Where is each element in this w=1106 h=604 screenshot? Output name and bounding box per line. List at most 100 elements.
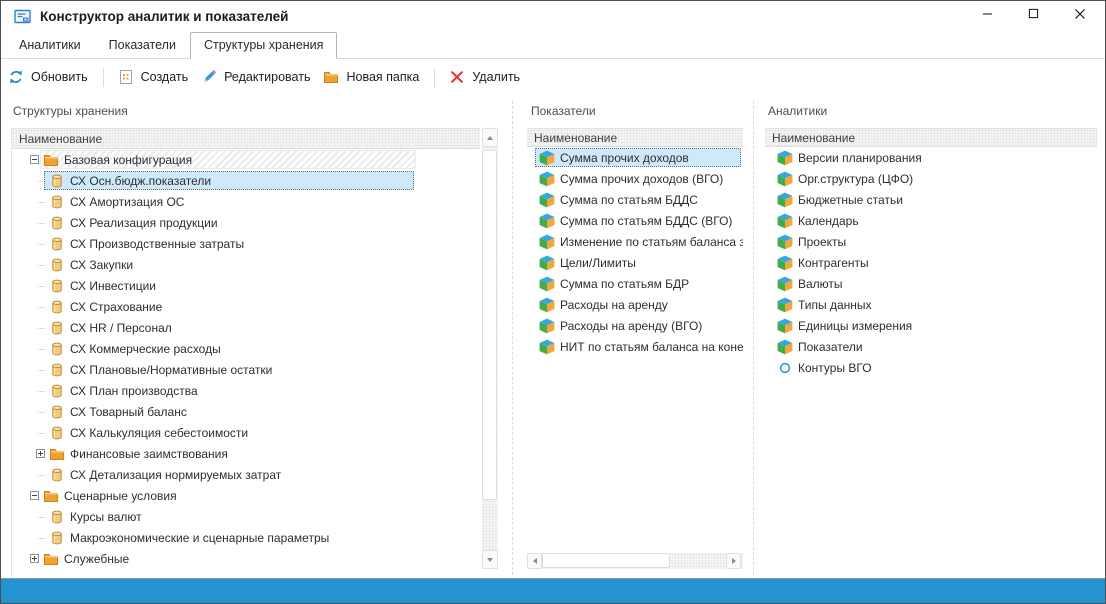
list-item[interactable]: НИТ по статьям баланса на конец п xyxy=(527,336,743,357)
toolbar-button-label: Редактировать xyxy=(224,70,310,84)
tree-item-label: СХ Страхование xyxy=(70,300,162,314)
list-item[interactable]: Календарь xyxy=(765,210,1097,231)
delete-cross-icon xyxy=(449,69,465,85)
toolbar-button-3[interactable]: Редактировать xyxy=(201,69,323,85)
tree-row[interactable]: Финансовые заимствования xyxy=(12,443,482,464)
scroll-down-button[interactable] xyxy=(482,550,498,569)
tree-row[interactable]: СХ Товарный баланс xyxy=(12,401,482,422)
cube-icon xyxy=(539,297,555,313)
tab-1[interactable]: Показатели xyxy=(95,32,190,58)
list-item[interactable]: Единицы измерения xyxy=(765,315,1097,336)
tree-row[interactable]: СХ План производства xyxy=(12,380,482,401)
cube-icon xyxy=(539,150,555,166)
list-item[interactable]: Сумма по статьям БДДС xyxy=(527,189,743,210)
panel-splitter[interactable] xyxy=(753,101,754,575)
cube-icon xyxy=(539,339,555,355)
tree-row[interactable]: СХ Коммерческие расходы xyxy=(12,338,482,359)
list-item-label: Цели/Лимиты xyxy=(560,256,636,270)
list-item[interactable]: Сумма по статьям БДР xyxy=(527,273,743,294)
list-item[interactable]: Типы данных xyxy=(765,294,1097,315)
list-item[interactable]: Расходы на аренду xyxy=(527,294,743,315)
tree-row[interactable]: СХ Страхование xyxy=(12,296,482,317)
toolbar-button-label: Удалить xyxy=(472,70,520,84)
list-item-label: Версии планирования xyxy=(798,151,922,165)
tree-row[interactable]: Сценарные условия xyxy=(12,485,482,506)
list-item-label: Бюджетные статьи xyxy=(798,193,903,207)
list-item[interactable]: Валюты xyxy=(765,273,1097,294)
tab-0[interactable]: Аналитики xyxy=(5,32,95,58)
app-window: Конструктор аналитик и показателей Анали… xyxy=(0,0,1106,604)
tree-row[interactable]: СХ Детализация нормируемых затрат xyxy=(12,464,482,485)
list-item[interactable]: Версии планирования xyxy=(765,147,1097,168)
tree-row[interactable]: СХ Реализация продукции xyxy=(12,212,482,233)
expander-plus-icon[interactable] xyxy=(30,554,39,563)
tab-2[interactable]: Структуры хранения xyxy=(190,32,337,59)
tree-item-label: СХ HR / Персонал xyxy=(70,321,172,335)
scrollbar-thumb[interactable] xyxy=(542,553,670,568)
scroll-right-button[interactable] xyxy=(726,553,741,569)
toolbar-button-4[interactable]: Новая папка xyxy=(323,69,432,85)
expander-minus-icon[interactable] xyxy=(30,155,39,164)
analytics-list: Версии планирования Орг.структура (ЦФО) Бю… xyxy=(765,147,1097,378)
tree-row[interactable]: СХ Осн.бюдж.показатели xyxy=(12,170,482,191)
horizontal-scrollbar[interactable] xyxy=(527,553,743,569)
edit-pencil-icon xyxy=(201,69,217,85)
toolbar-button-6[interactable]: Удалить xyxy=(449,69,533,85)
panel-splitter[interactable] xyxy=(512,101,513,575)
maximize-icon xyxy=(1028,8,1044,24)
tree-row[interactable]: СХ Инвестиции xyxy=(12,275,482,296)
tree-item-label: СХ Реализация продукции xyxy=(70,216,218,230)
cube-icon xyxy=(777,297,793,313)
arrow-up-icon xyxy=(487,136,493,140)
tree-item-label: Сценарные условия xyxy=(64,489,177,503)
tree-row[interactable]: Базовая конфигурация xyxy=(12,149,482,170)
list-item[interactable]: Расходы на аренду (ВГО) xyxy=(527,315,743,336)
scroll-left-button[interactable] xyxy=(527,553,542,569)
list-item[interactable]: Показатели xyxy=(765,336,1097,357)
list-item[interactable]: Контуры ВГО xyxy=(765,357,1097,378)
toolbar-button-2[interactable]: Создать xyxy=(118,69,202,85)
tree-row[interactable]: СХ Плановые/Нормативные остатки xyxy=(12,359,482,380)
list-item[interactable]: Проекты xyxy=(765,231,1097,252)
scroll-up-button[interactable] xyxy=(482,128,498,147)
list-item[interactable]: Сумма прочих доходов (ВГО) xyxy=(527,168,743,189)
expander-plus-icon[interactable] xyxy=(36,449,45,458)
expander-minus-icon[interactable] xyxy=(30,491,39,500)
maximize-button[interactable] xyxy=(1013,1,1059,31)
toolbar-separator xyxy=(103,68,104,87)
list-item[interactable]: Цели/Лимиты xyxy=(527,252,743,273)
list-item-label: Контрагенты xyxy=(798,256,869,270)
tree-row[interactable]: СХ Калькуляция себестоимости xyxy=(12,422,482,443)
list-item[interactable]: Орг.структура (ЦФО) xyxy=(765,168,1097,189)
list-item[interactable]: Изменение по статьям баланса за п xyxy=(527,231,743,252)
minimize-button[interactable] xyxy=(967,1,1013,31)
column-header-name[interactable]: Наименование xyxy=(527,128,743,147)
tree-item-label: СХ Производственные затраты xyxy=(70,237,244,251)
scrollbar-thumb[interactable] xyxy=(482,150,497,500)
close-button[interactable] xyxy=(1059,1,1105,31)
tree-row[interactable]: СХ Закупки xyxy=(12,254,482,275)
circle-outline-icon xyxy=(777,360,793,376)
tree-item-label: Финансовые заимствования xyxy=(70,447,228,461)
list-item[interactable]: Сумма прочих доходов xyxy=(527,147,743,168)
cube-icon xyxy=(539,255,555,271)
tree-row[interactable]: Служебные xyxy=(12,548,482,569)
column-header-name[interactable]: Наименование xyxy=(765,128,1097,147)
list-item[interactable]: Сумма по статьям БДДС (ВГО) xyxy=(527,210,743,231)
tree-row[interactable]: СХ Производственные затраты xyxy=(12,233,482,254)
storage-cylinder-icon xyxy=(49,236,65,252)
tree-item-label: СХ Детализация нормируемых затрат xyxy=(70,468,281,482)
list-item[interactable]: Контрагенты xyxy=(765,252,1097,273)
column-header-name[interactable]: Наименование xyxy=(12,128,480,149)
vertical-scrollbar[interactable] xyxy=(482,128,498,569)
list-item-label: Типы данных xyxy=(798,298,872,312)
list-item[interactable]: Бюджетные статьи xyxy=(765,189,1097,210)
tree-row[interactable]: СХ Амортизация ОС xyxy=(12,191,482,212)
storage-cylinder-icon xyxy=(49,425,65,441)
storage-cylinder-icon xyxy=(49,530,65,546)
tree-row[interactable]: СХ HR / Персонал xyxy=(12,317,482,338)
tree-row[interactable]: Макроэкономические и сценарные параметры xyxy=(12,527,482,548)
tree-row[interactable]: Курсы валют xyxy=(12,506,482,527)
toolbar-button-0[interactable]: Обновить xyxy=(8,69,101,85)
storage-cylinder-icon xyxy=(49,320,65,336)
